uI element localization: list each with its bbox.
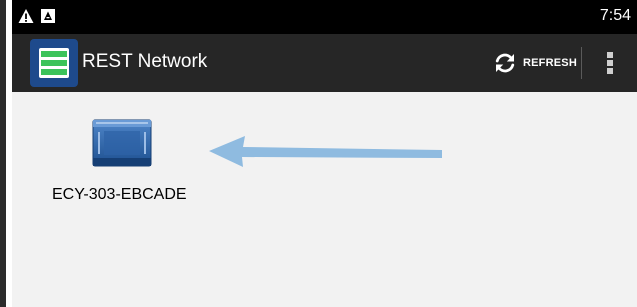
list-icon[interactable] — [30, 39, 78, 87]
page-title: REST Network — [82, 51, 208, 72]
controller-device-icon — [92, 119, 152, 167]
device-label: ECY-303-EBCADE — [52, 186, 187, 203]
refresh-button[interactable]: REFRESH — [492, 46, 577, 80]
toolbar-divider — [581, 47, 582, 79]
warning-icon — [18, 9, 34, 23]
arrow-left-icon — [209, 136, 442, 167]
more-vert-icon[interactable] — [602, 48, 618, 78]
device-item[interactable]: ECY-303-EBCADE — [34, 112, 187, 212]
notification-icon — [41, 9, 55, 23]
app-bar: REST Network REFRESH — [12, 34, 637, 92]
status-bar: 7:54 — [12, 0, 637, 34]
device-screen-frame: 7:54 REST Network REFRESH ECY-303-EBCADE — [0, 0, 637, 307]
refresh-icon — [495, 53, 515, 73]
device-list: ECY-303-EBCADE — [12, 92, 637, 307]
refresh-label: REFRESH — [523, 57, 577, 69]
status-time: 7:54 — [599, 7, 631, 24]
